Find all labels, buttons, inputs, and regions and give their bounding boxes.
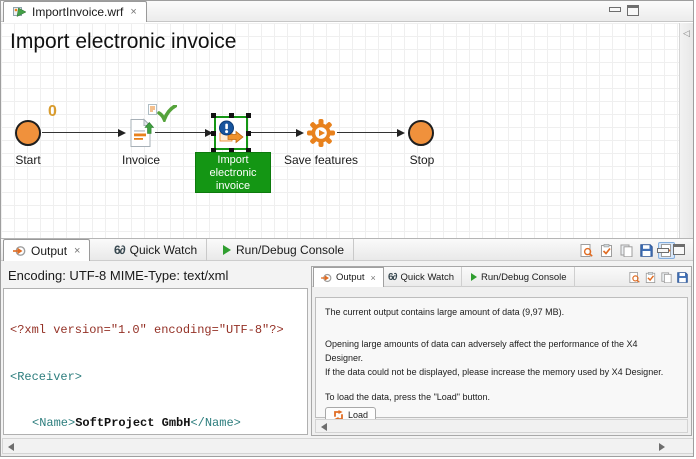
tab-output[interactable]: Output × bbox=[313, 267, 384, 287]
node-import-selected[interactable] bbox=[214, 116, 248, 150]
node-stop[interactable] bbox=[408, 120, 434, 146]
tab-console-label: Run/Debug Console bbox=[481, 272, 567, 283]
editor-tab-bar: ImportInvoice.wrf × bbox=[1, 1, 693, 22]
tab-run-debug-console[interactable]: Run/Debug Console bbox=[214, 239, 354, 261]
tab-run-debug-console[interactable]: Run/Debug Console bbox=[464, 267, 575, 287]
output-view-tab-bar: Output × 6∂ Quick Watch Run/Debug Consol… bbox=[1, 239, 694, 261]
maximize-icon[interactable] bbox=[673, 244, 685, 255]
nested-tab-bar: Output × 6∂ Quick Watch Run/Debug Consol… bbox=[312, 267, 691, 287]
workflow-canvas[interactable]: Import electronic invoice 0 Start bbox=[1, 23, 694, 238]
nested-horizontal-scrollbar[interactable] bbox=[315, 419, 688, 433]
node-stop-label: Stop bbox=[397, 153, 447, 167]
output-view: Output × 6∂ Quick Watch Run/Debug Consol… bbox=[1, 238, 694, 457]
glasses-icon: 6∂ bbox=[388, 272, 397, 283]
close-icon[interactable]: × bbox=[130, 6, 136, 18]
import-label-line: electronic bbox=[196, 167, 270, 180]
editor-tab-importinvoice[interactable]: ImportInvoice.wrf × bbox=[3, 1, 147, 22]
xml-tag: </Name> bbox=[190, 416, 240, 430]
green-play-icon bbox=[471, 273, 477, 281]
save-icon[interactable] bbox=[675, 270, 689, 284]
tab-quick-watch[interactable]: 6∂ Quick Watch bbox=[105, 239, 207, 261]
minimize-icon[interactable] bbox=[609, 7, 621, 12]
selection-handle[interactable] bbox=[229, 113, 234, 118]
glasses-icon: 6∂ bbox=[114, 243, 125, 257]
checkmark-icon bbox=[157, 105, 177, 122]
copy-icon[interactable] bbox=[618, 242, 635, 259]
x4-designer-window: ImportInvoice.wrf × Import electronic in… bbox=[0, 0, 694, 457]
arrowhead-icon bbox=[296, 129, 304, 137]
edge-start-invoice bbox=[42, 132, 119, 133]
xml-tag: <Name> bbox=[32, 416, 75, 430]
node-save-label: Save features bbox=[273, 153, 369, 167]
workflow-title: Import electronic invoice bbox=[10, 30, 236, 54]
output-arrow-circle-icon bbox=[321, 273, 332, 283]
selection-handle[interactable] bbox=[246, 131, 251, 136]
tab-quick-watch[interactable]: 6∂ Quick Watch bbox=[381, 267, 462, 287]
find-in-output-icon[interactable] bbox=[578, 242, 595, 259]
edge-invoice-import bbox=[155, 132, 207, 133]
message-line: The current output contains large amount… bbox=[325, 306, 678, 319]
tab-output-label: Output bbox=[31, 244, 67, 258]
nested-toolbar bbox=[627, 270, 689, 284]
save-icon[interactable] bbox=[638, 242, 655, 259]
edge-save-stop bbox=[337, 132, 399, 133]
collapse-left-icon[interactable]: ◁ bbox=[683, 28, 690, 39]
selection-handle[interactable] bbox=[211, 113, 216, 118]
maximize-icon[interactable] bbox=[627, 5, 639, 16]
encoding-status: Encoding: UTF-8 MIME-Type: text/xml bbox=[8, 268, 228, 283]
tab-output[interactable]: Output × bbox=[3, 239, 90, 261]
palette-collapsed-strip[interactable]: ◁ bbox=[679, 23, 694, 238]
scroll-left-icon[interactable] bbox=[8, 443, 14, 451]
import-label-line: Import bbox=[196, 154, 270, 167]
green-play-icon bbox=[223, 245, 231, 255]
tab-quick-watch-label: Quick Watch bbox=[401, 272, 455, 283]
message-line: If the data could not be displayed, plea… bbox=[325, 365, 678, 379]
node-save-features gear-icon[interactable] bbox=[306, 118, 336, 148]
large-output-message: The current output contains large amount… bbox=[315, 297, 688, 418]
close-icon[interactable]: × bbox=[74, 245, 80, 257]
output-arrow-circle-icon bbox=[13, 245, 26, 257]
tab-quick-watch-label: Quick Watch bbox=[130, 243, 198, 257]
find-in-output-icon[interactable] bbox=[627, 270, 641, 284]
edge-import-save bbox=[250, 132, 298, 133]
arrowhead-icon bbox=[397, 129, 405, 137]
import-service-icon bbox=[218, 120, 244, 146]
node-import-label: Import electronic invoice bbox=[195, 152, 271, 193]
status-strip bbox=[1, 454, 694, 457]
edge-counter-badge: 0 bbox=[48, 103, 57, 121]
horizontal-scrollbar[interactable] bbox=[2, 438, 694, 454]
xml-value: SoftProject GmbH bbox=[75, 416, 190, 430]
arrowhead-icon bbox=[118, 129, 126, 137]
node-invoice-label: Invoice bbox=[111, 153, 171, 167]
xml-line: <Name>SoftProject GmbH</Name> bbox=[10, 416, 301, 432]
workflow-file-icon bbox=[13, 6, 27, 18]
node-start-label: Start bbox=[3, 153, 53, 167]
selection-handle[interactable] bbox=[211, 131, 216, 136]
xml-output-view[interactable]: <?xml version="1.0" encoding="UTF-8"?> <… bbox=[3, 288, 308, 435]
close-icon[interactable]: × bbox=[371, 273, 376, 283]
nested-output-panel: Output × 6∂ Quick Watch Run/Debug Consol… bbox=[311, 266, 692, 436]
xml-tag: <Receiver> bbox=[10, 370, 82, 384]
selection-handle[interactable] bbox=[246, 113, 251, 118]
xml-line: <?xml version="1.0" encoding="UTF-8"?> bbox=[10, 323, 301, 339]
message-line: Opening large amounts of data can advers… bbox=[325, 337, 678, 365]
node-start[interactable] bbox=[15, 120, 41, 146]
editor-tab-label: ImportInvoice.wrf bbox=[32, 5, 123, 19]
import-label-line: invoice bbox=[196, 180, 270, 193]
scroll-left-icon[interactable] bbox=[321, 423, 327, 431]
tab-output-label: Output bbox=[336, 272, 365, 283]
tab-console-label: Run/Debug Console bbox=[236, 243, 344, 257]
message-line: To load the data, press the "Load" butto… bbox=[325, 391, 678, 404]
mini-document-icon bbox=[148, 104, 157, 115]
copy-icon[interactable] bbox=[659, 270, 673, 284]
scroll-right-icon[interactable] bbox=[659, 443, 665, 451]
copy-check-clipboard-icon[interactable] bbox=[598, 242, 615, 259]
minimize-icon[interactable] bbox=[657, 248, 669, 253]
copy-check-clipboard-icon[interactable] bbox=[643, 270, 657, 284]
xml-declaration: <?xml version="1.0" encoding="UTF-8"?> bbox=[10, 323, 284, 337]
node-invoice document-icon[interactable] bbox=[128, 118, 154, 148]
xml-line: <Receiver> bbox=[10, 370, 301, 386]
